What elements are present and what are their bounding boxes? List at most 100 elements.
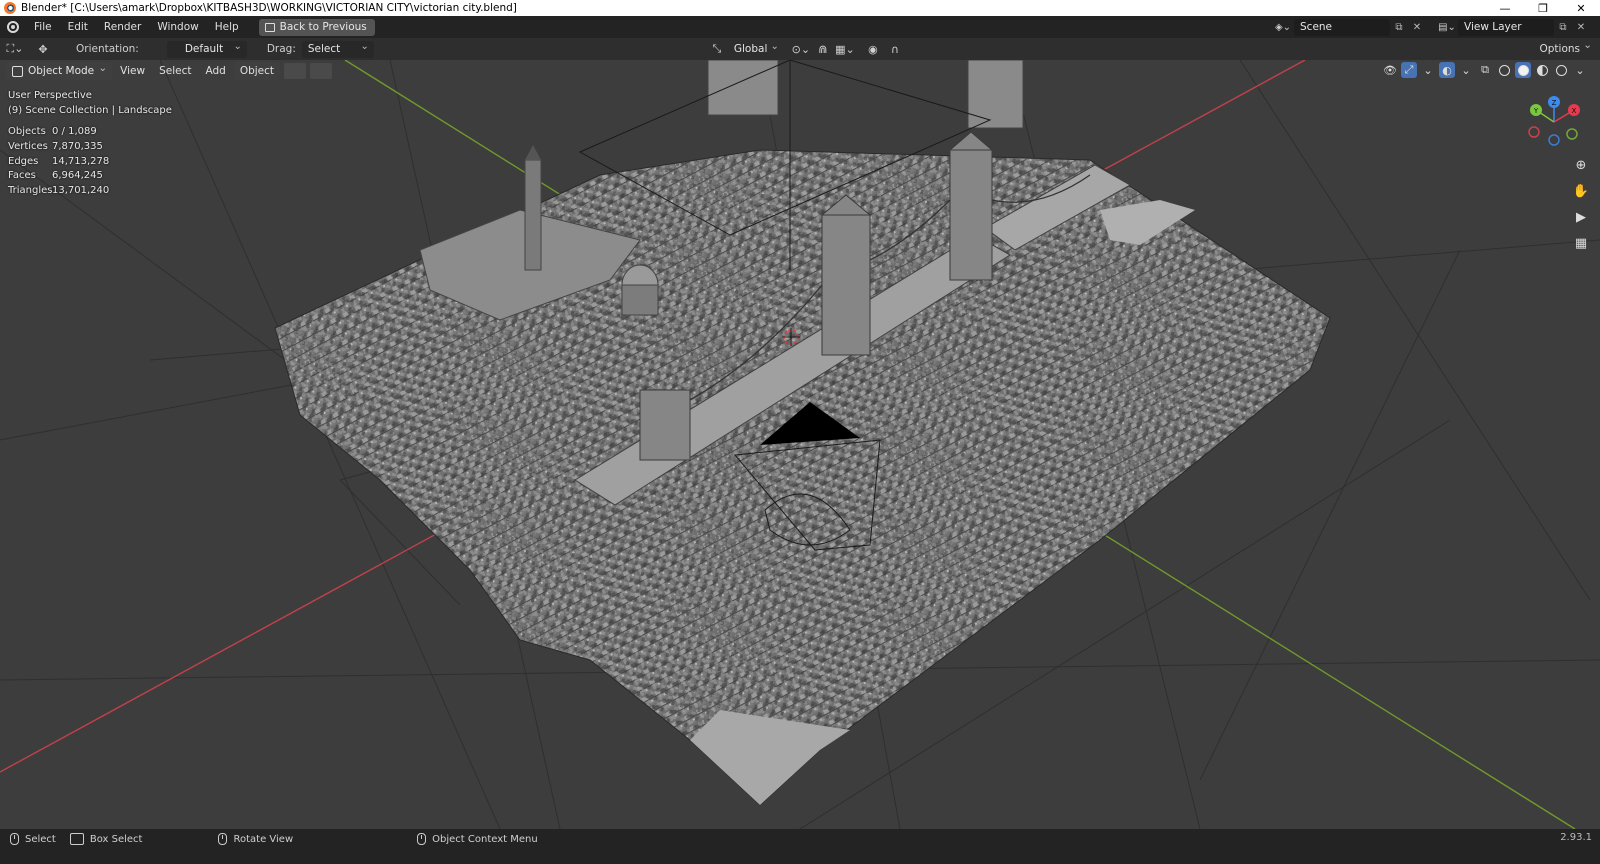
scene-canvas[interactable]	[0, 60, 1600, 829]
delete-scene-icon[interactable]: ✕	[1408, 19, 1426, 36]
view-layer-icon[interactable]: ▤⌄	[1436, 18, 1458, 36]
mouse-right-icon	[417, 833, 427, 845]
snapping-icon[interactable]	[310, 63, 333, 79]
menu-help[interactable]: Help	[207, 16, 247, 38]
status-rotate-label: Rotate View	[233, 833, 294, 845]
delete-view-layer-icon[interactable]: ✕	[1572, 19, 1590, 36]
proportional-editing-icon[interactable]: ◉	[862, 40, 884, 58]
zoom-icon[interactable]: ⊕	[1572, 156, 1590, 174]
options-dropdown[interactable]: Options	[1535, 39, 1594, 55]
editor-type-icon[interactable]: ⛶⌄	[0, 40, 30, 58]
back-to-previous-label: Back to Previous	[279, 21, 367, 33]
new-view-layer-icon[interactable]: ⧉	[1554, 19, 1572, 36]
menu-object[interactable]: Object	[233, 62, 281, 80]
visibility-icon[interactable]: 👁	[1382, 62, 1398, 78]
orientation-dropdown[interactable]: Default	[166, 38, 247, 58]
scene-icon[interactable]: ◈⌄	[1272, 18, 1294, 36]
stat-label: Faces	[8, 170, 36, 182]
transform-orientation-value: Global	[733, 42, 768, 55]
transform-tool-icon[interactable]: ✥	[30, 40, 56, 58]
collection-label: (9) Scene Collection | Landscape	[8, 105, 172, 116]
overlays-toggle-icon[interactable]: ◐	[1439, 62, 1455, 78]
transform-orientation-dropdown[interactable]: Global	[728, 38, 784, 58]
window-title-bar: Blender* [C:\Users\amark\Dropbox\KITBASH…	[0, 0, 1600, 16]
gizmo-neg-x[interactable]	[1528, 126, 1540, 138]
view-layer-field[interactable]: View Layer	[1458, 18, 1554, 36]
navigation-tools: ⊕ ✋ ▶ ▦	[1572, 156, 1590, 252]
menu-select[interactable]: Select	[153, 62, 197, 80]
material-preview-icon[interactable]	[1534, 62, 1550, 78]
menu-render[interactable]: Render	[96, 16, 149, 38]
drag-label: Drag:	[266, 43, 296, 55]
solid-shading-icon[interactable]	[1515, 62, 1531, 78]
stat-value: 7,870,335	[52, 140, 103, 152]
status-box-select-label: Box Select	[89, 833, 143, 845]
stat-row: Objects 0 / 1,089	[8, 125, 109, 140]
drag-dropdown[interactable]: Select Box	[301, 38, 374, 72]
orientation-value: Default	[184, 42, 224, 55]
stat-value: 6,964,245	[52, 170, 103, 182]
stat-row: Triangles 13,701,240	[8, 184, 109, 199]
mouse-middle-icon	[218, 833, 228, 845]
view-layer-selector: ▤⌄ View Layer ⧉ ✕	[1436, 16, 1590, 38]
stat-label: Objects	[8, 126, 46, 137]
menu-view[interactable]: View	[114, 62, 151, 80]
minimize-button[interactable]: —	[1486, 0, 1524, 16]
stat-row: Faces 6,964,245	[8, 169, 109, 184]
snap-icon[interactable]: ⋒	[812, 40, 834, 58]
menu-window[interactable]: Window	[149, 16, 206, 38]
pan-hand-icon[interactable]: ✋	[1572, 182, 1590, 200]
new-scene-icon[interactable]: ⧉	[1390, 19, 1408, 36]
shading-dropdown-icon[interactable]: ⌄	[1572, 62, 1588, 78]
blender-logo-icon[interactable]	[0, 16, 26, 38]
restore-button[interactable]: ❐	[1524, 0, 1562, 16]
menu-file[interactable]: File	[26, 16, 60, 38]
screen-icon	[264, 22, 275, 32]
gizmo-dropdown-icon[interactable]: ⌄	[1420, 62, 1436, 78]
navigation-gizmo[interactable]: Z X Y	[1524, 92, 1584, 152]
scene-name-field[interactable]: Scene	[1294, 18, 1390, 36]
pivot-point-icon[interactable]: ⊙⌄	[790, 40, 812, 58]
scene-selector: ◈⌄ Scene ⧉ ✕	[1272, 16, 1426, 38]
camera-view-icon[interactable]: ▶	[1572, 208, 1590, 226]
overlays-dropdown-icon[interactable]: ⌄	[1458, 62, 1474, 78]
viewport-header: Object Mode View Select Add Object	[6, 60, 333, 80]
mouse-left-icon	[10, 833, 19, 845]
falloff-icon[interactable]: ∩	[884, 40, 906, 58]
drag-icon	[69, 833, 84, 845]
3d-viewport[interactable]: Object Mode View Select Add Object 👁 ⤢ ⌄…	[0, 60, 1600, 829]
wireframe-shading-icon[interactable]	[1496, 62, 1512, 78]
xray-toggle-icon[interactable]: ⧉	[1477, 62, 1493, 78]
status-select-label: Select	[25, 833, 56, 845]
stat-row: Vertices 7,870,335	[8, 140, 109, 155]
stat-value: 0 / 1,089	[52, 126, 97, 137]
status-rotate-view: Rotate View	[218, 832, 293, 846]
menu-add[interactable]: Add	[199, 62, 231, 80]
close-button[interactable]: ✕	[1562, 0, 1600, 16]
object-mode-dropdown[interactable]: Object Mode	[6, 60, 113, 80]
back-to-previous-button[interactable]: Back to Previous	[258, 18, 375, 36]
status-select: Select	[10, 832, 56, 846]
scene-statistics: Objects 0 / 1,089 Vertices 7,870,335 Edges…	[8, 125, 109, 199]
viewport-shading-group: 👁 ⤢ ⌄ ◐ ⌄ ⧉ ⌄	[1382, 62, 1588, 78]
rendered-shading-icon[interactable]	[1553, 62, 1569, 78]
stat-value: 13,701,240	[52, 185, 110, 197]
transform-pivot-icon[interactable]	[284, 63, 307, 79]
menu-edit[interactable]: Edit	[60, 16, 96, 38]
stat-label: Triangles	[8, 185, 53, 197]
ortho-grid-icon[interactable]: ▦	[1572, 234, 1590, 252]
transform-orientation-icon[interactable]: ⤡	[706, 40, 728, 58]
blender-app-icon	[4, 2, 16, 14]
gizmo-x-label: X	[1572, 107, 1577, 115]
top-bar: File Edit Render Window Help Back to Pre…	[0, 16, 1600, 38]
stat-value: 14,713,278	[52, 155, 110, 167]
gizmo-neg-z[interactable]	[1548, 134, 1560, 146]
status-context-label: Object Context Menu	[432, 833, 538, 845]
gizmo-neg-y[interactable]	[1566, 128, 1578, 140]
status-box-select: Box Select	[69, 832, 143, 846]
gizmo-z-label: Z	[1552, 99, 1557, 107]
perspective-label: User Perspective	[8, 90, 92, 101]
gizmo-toggle-icon[interactable]: ⤢	[1401, 62, 1417, 78]
snap-target-icon[interactable]: ▦⌄	[834, 40, 856, 58]
stat-label: Edges	[8, 155, 39, 167]
